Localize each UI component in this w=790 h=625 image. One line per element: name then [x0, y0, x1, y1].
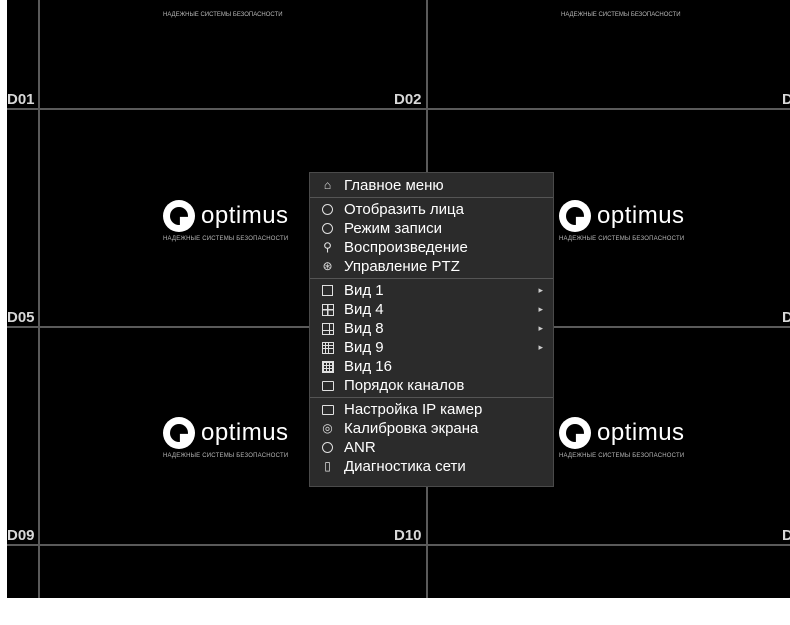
menu-item-label: Управление PTZ [344, 258, 460, 275]
logo-name: optimus [597, 202, 685, 229]
logo-tagline: НАДЕЖНЫЕ СИСТЕМЫ БЕЗОПАСНОСТИ [561, 12, 681, 18]
logo-name: optimus [201, 419, 289, 446]
menu-item-label: Диагностика сети [344, 458, 466, 475]
menu-item-label: Настройка IP камер [344, 401, 483, 418]
menu-item-playback[interactable]: ⚲ Воспроизведение [310, 238, 553, 257]
face-detect-icon [321, 203, 334, 216]
channel-label-d02: D02 [394, 91, 422, 108]
submenu-arrow-icon: ▸ [538, 323, 543, 333]
menu-item-label: Вид 9 [344, 339, 384, 356]
optimus-logo-icon [559, 417, 591, 449]
channel-label-edge: D [782, 91, 790, 108]
channel-label-edge: D [782, 527, 790, 544]
submenu-arrow-icon: ▸ [538, 342, 543, 352]
menu-item-label: Режим записи [344, 220, 443, 237]
network-icon: ▯ [324, 459, 331, 473]
menu-separator [310, 197, 553, 198]
menu-item-record-mode[interactable]: Режим записи [310, 219, 553, 238]
optimus-logo: optimus НАДЕЖНЫЕ СИСТЕМЫ БЕЗОПАСНОСТИ [559, 200, 719, 250]
optimus-logo-icon [559, 200, 591, 232]
view8-icon [321, 322, 334, 335]
menu-item-label: ANR [344, 439, 376, 456]
optimus-logo-icon [163, 200, 195, 232]
menu-item-view-16[interactable]: Вид 16 [310, 357, 553, 376]
channel-label-d10: D10 [394, 527, 422, 544]
grid-divider [38, 0, 40, 598]
grid-divider [7, 544, 790, 546]
menu-item-label: Порядок каналов [344, 377, 465, 394]
menu-item-network-diagnostics[interactable]: ▯ Диагностика сети [310, 457, 553, 476]
menu-item-view-9[interactable]: Вид 9 ▸ [310, 338, 553, 357]
menu-item-label: Отобразить лица [344, 201, 464, 218]
logo-name: optimus [597, 419, 685, 446]
menu-item-ip-camera-setup[interactable]: Настройка IP камер [310, 400, 553, 419]
menu-item-view-4[interactable]: Вид 4 ▸ [310, 300, 553, 319]
home-icon: ⌂ [323, 178, 332, 192]
channel-label-edge: D [782, 309, 790, 326]
logo-tagline: НАДЕЖНЫЕ СИСТЕМЫ БЕЗОПАСНОСТИ [163, 453, 289, 459]
submenu-arrow-icon: ▸ [538, 285, 543, 295]
submenu-arrow-icon: ▸ [538, 304, 543, 314]
calibration-icon: ◎ [322, 421, 333, 435]
menu-separator [310, 278, 553, 279]
channel-label-d01: D01 [7, 91, 35, 108]
menu-separator [310, 397, 553, 398]
channel-order-icon [321, 379, 334, 392]
view4-icon [321, 303, 334, 316]
optimus-logo-icon [163, 417, 195, 449]
logo-tagline: НАДЕЖНЫЕ СИСТЕМЫ БЕЗОПАСНОСТИ [559, 453, 685, 459]
logo-tagline: НАДЕЖНЫЕ СИСТЕМЫ БЕЗОПАСНОСТИ [163, 236, 289, 242]
menu-item-view-8[interactable]: Вид 8 ▸ [310, 319, 553, 338]
menu-item-label: Вид 8 [344, 320, 384, 337]
menu-item-label: Вид 16 [344, 358, 392, 375]
optimus-logo: optimus НАДЕЖНЫЕ СИСТЕМЫ БЕЗОПАСНОСТИ [559, 417, 719, 467]
record-mode-icon [321, 222, 334, 235]
ptz-icon: ⊛ [322, 259, 333, 273]
channel-label-d05: D05 [7, 309, 35, 326]
menu-item-channel-order[interactable]: Порядок каналов [310, 376, 553, 395]
ip-camera-icon [321, 403, 334, 416]
logo-name: optimus [201, 202, 289, 229]
logo-tagline: НАДЕЖНЫЕ СИСТЕМЫ БЕЗОПАСНОСТИ [559, 236, 685, 242]
view16-icon [321, 360, 334, 373]
search-icon: ⚲ [323, 240, 332, 254]
menu-item-anr[interactable]: ANR [310, 438, 553, 457]
menu-item-ptz-control[interactable]: ⊛ Управление PTZ [310, 257, 553, 276]
menu-item-show-faces[interactable]: Отобразить лица [310, 200, 553, 219]
menu-item-label: Вид 4 [344, 301, 384, 318]
menu-item-label: Вид 1 [344, 282, 384, 299]
menu-item-main-menu[interactable]: ⌂ Главное меню [310, 176, 553, 195]
menu-item-label: Воспроизведение [344, 239, 468, 256]
context-menu: ⌂ Главное меню Отобразить лица Режим зап… [309, 172, 554, 487]
optimus-logo: optimus НАДЕЖНЫЕ СИСТЕМЫ БЕЗОПАСНОСТИ [163, 417, 323, 467]
grid-divider [7, 108, 790, 110]
anr-icon [321, 441, 334, 454]
view1-icon [321, 284, 334, 297]
menu-item-label: Главное меню [344, 177, 444, 194]
logo-tagline: НАДЕЖНЫЕ СИСТЕМЫ БЕЗОПАСНОСТИ [163, 12, 283, 18]
menu-item-label: Калибровка экрана [344, 420, 479, 437]
channel-label-d09: D09 [7, 527, 35, 544]
view9-icon [321, 341, 334, 354]
menu-item-view-1[interactable]: Вид 1 ▸ [310, 281, 553, 300]
menu-item-screen-calibration[interactable]: ◎ Калибровка экрана [310, 419, 553, 438]
optimus-logo: optimus НАДЕЖНЫЕ СИСТЕМЫ БЕЗОПАСНОСТИ [163, 200, 323, 250]
